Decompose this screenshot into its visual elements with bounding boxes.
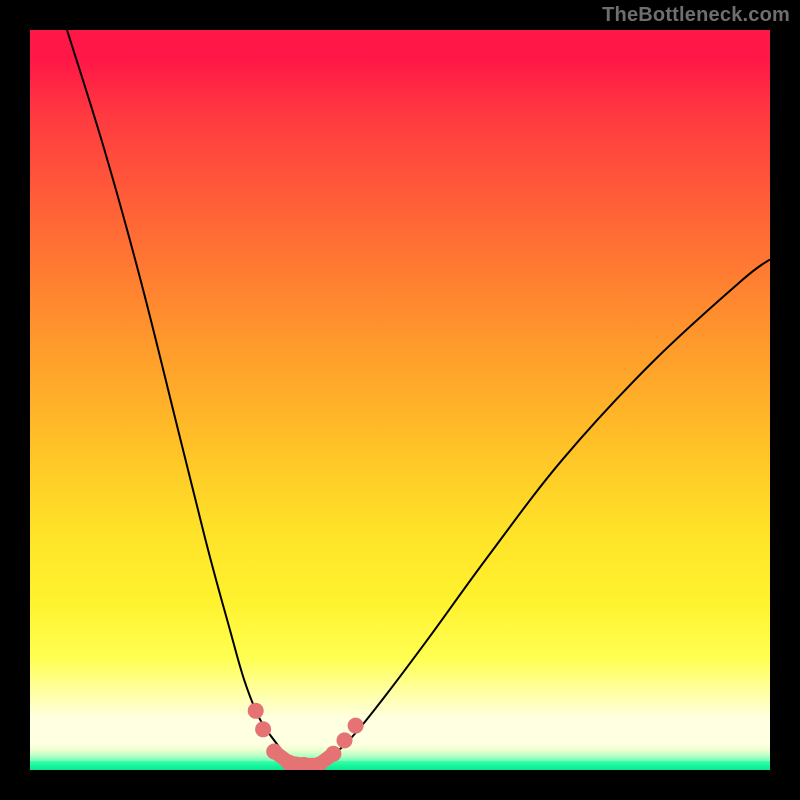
markers bbox=[248, 703, 364, 770]
chart-svg bbox=[30, 30, 770, 770]
plot-area bbox=[30, 30, 770, 770]
marker-dot bbox=[337, 732, 353, 748]
marker-dot bbox=[281, 755, 297, 770]
marker-dot bbox=[248, 703, 264, 719]
right-curve bbox=[319, 259, 770, 766]
marker-dot bbox=[348, 718, 364, 734]
marker-dot bbox=[266, 744, 282, 760]
marker-dot bbox=[325, 746, 341, 762]
marker-dot bbox=[255, 721, 271, 737]
watermark-text: TheBottleneck.com bbox=[602, 4, 790, 27]
left-curve bbox=[67, 30, 296, 766]
outer-frame: TheBottleneck.com bbox=[0, 0, 800, 800]
